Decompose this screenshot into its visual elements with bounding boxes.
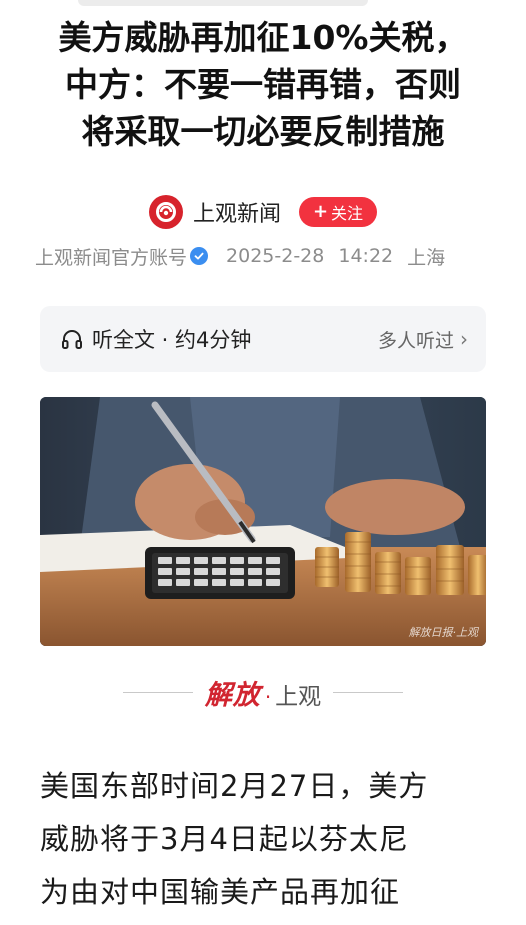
listen-label: 听全文 · 约4分钟 [92, 328, 252, 352]
jiefang-shangguan-logo: 解放 · 上观 [205, 673, 321, 712]
headphone-icon [62, 330, 82, 349]
article-meta: 上观新闻官方账号 2025-2-28 14:22 上海 [35, 242, 495, 270]
publish-time: 14:22 [338, 245, 394, 267]
plus-icon: + [312, 201, 329, 222]
publish-date: 2025-2-28 [226, 245, 325, 267]
brand-divider: 解放 · 上观 [0, 672, 526, 712]
image-watermark: 解放日报·上观 [408, 626, 479, 639]
divider-line-left [122, 691, 193, 693]
headline-line-2: 中方：不要一错再错，否则 [65, 65, 461, 104]
source-row: 上观新闻 + 关注 [0, 192, 526, 232]
chevron-right-icon: › [460, 327, 468, 351]
publish-location: 上海 [407, 246, 446, 269]
headline-line-3: 将采取一切必要反制措施 [81, 112, 445, 151]
follow-button[interactable]: + 关注 [298, 197, 378, 227]
headline-line-1: 美方威胁再加征10%关税， [58, 18, 468, 57]
body-line-3: 为由对中国输美产品再加征 [40, 875, 401, 909]
follow-label: 关注 [331, 204, 364, 223]
brand-script-text: 解放 [204, 679, 261, 711]
hero-image[interactable]: 解放日报·上观 [40, 397, 486, 646]
divider-line-right [333, 691, 404, 693]
source-name[interactable]: 上观新闻 [193, 196, 281, 228]
body-line-1: 美国东部时间2月27日，美方 [40, 769, 429, 803]
brand-name-text: 上观 [275, 683, 322, 710]
article-body: 美国东部时间2月27日，美方 威胁将于3月4日起以芬太尼 为由对中国输美产品再加… [40, 760, 486, 919]
top-scroll-remnant [78, 0, 368, 6]
verified-icon [190, 247, 209, 265]
listeners-count: 多人听过 [377, 329, 454, 352]
brand-dot: · [264, 684, 272, 709]
account-label: 上观新闻官方账号 [35, 246, 188, 269]
listen-full-text-bar[interactable]: 听全文 · 约4分钟 多人听过 › [40, 306, 486, 372]
body-line-2: 威胁将于3月4日起以芬太尼 [40, 822, 409, 856]
shangguan-logo-icon[interactable] [148, 195, 183, 229]
article-headline: 美方威胁再加征10%关税， 中方：不要一错再错，否则 将采取一切必要反制措施 [0, 14, 526, 155]
